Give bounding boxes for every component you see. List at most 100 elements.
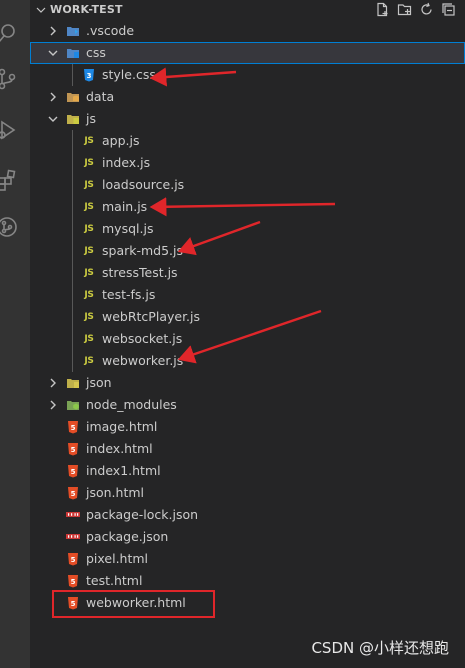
- tree-item-label: node_modules: [86, 397, 177, 412]
- js-folder-icon: [66, 112, 80, 126]
- file-row-loadsource-js[interactable]: JS loadsource.js: [30, 174, 465, 196]
- chevron-right-icon[interactable]: [46, 398, 60, 412]
- file-row-index-html[interactable]: 5 index.html: [30, 438, 465, 460]
- tree-item-label: js: [86, 111, 96, 126]
- tree-item-label: package-lock.json: [86, 507, 199, 522]
- workspace-title: WORK-TEST: [50, 3, 123, 16]
- collapse-all-icon[interactable]: [440, 1, 457, 18]
- svg-text:5: 5: [71, 468, 76, 476]
- file-row-app-js[interactable]: JS app.js: [30, 130, 465, 152]
- node-folder-icon: [66, 398, 80, 412]
- tree-item-label: index.html: [86, 441, 153, 456]
- html-file-icon: 5: [66, 486, 80, 500]
- chevron-right-icon[interactable]: [46, 90, 60, 104]
- chevron-down-icon[interactable]: [46, 46, 60, 60]
- html-file-icon: 5: [66, 420, 80, 434]
- refresh-icon[interactable]: [418, 1, 435, 18]
- chevron-down-icon[interactable]: [46, 112, 60, 126]
- chevron-down-icon[interactable]: [34, 3, 48, 17]
- svg-text:3: 3: [87, 72, 92, 80]
- html-file-icon: 5: [66, 574, 80, 588]
- file-row-image-html[interactable]: 5 image.html: [30, 416, 465, 438]
- tree-item-label: websocket.js: [102, 331, 183, 346]
- tree-item-label: spark-md5.js: [102, 243, 184, 258]
- js-file-icon: JS: [84, 202, 94, 212]
- file-row-test-fs-js[interactable]: JS test-fs.js: [30, 284, 465, 306]
- chevron-right-icon[interactable]: [46, 376, 60, 390]
- file-row-websocket-js[interactable]: JS websocket.js: [30, 328, 465, 350]
- tree-item-label: data: [86, 89, 115, 104]
- tree-item-label: image.html: [86, 419, 158, 434]
- tree-item-label: webRtcPlayer.js: [102, 309, 201, 324]
- run-debug-icon[interactable]: [0, 117, 20, 143]
- js-file-icon: JS: [84, 312, 94, 322]
- tree-item-label: json.html: [86, 485, 145, 500]
- tree-item-label: app.js: [102, 133, 140, 148]
- new-file-icon[interactable]: [374, 1, 391, 18]
- js-file-icon: JS: [84, 356, 94, 366]
- svg-text:5: 5: [71, 578, 76, 586]
- folder-row-data[interactable]: data: [30, 86, 465, 108]
- js-file-icon: JS: [84, 224, 94, 234]
- file-row-json-html[interactable]: 5 json.html: [30, 482, 465, 504]
- data-folder-icon: [66, 90, 80, 104]
- file-row-test-html[interactable]: 5 test.html: [30, 570, 465, 592]
- tree-item-label: package.json: [86, 529, 169, 544]
- tree-item-label: mysql.js: [102, 221, 154, 236]
- folder-row-json[interactable]: json: [30, 372, 465, 394]
- extensions-icon[interactable]: [0, 167, 20, 193]
- file-row-mysql-js[interactable]: JS mysql.js: [30, 218, 465, 240]
- file-row-index-js[interactable]: JS index.js: [30, 152, 465, 174]
- file-row-stresstest-js[interactable]: JS stressTest.js: [30, 262, 465, 284]
- indent-guide: [72, 130, 73, 372]
- file-row-main-js[interactable]: JS main.js: [30, 196, 465, 218]
- indent-guide: [72, 64, 73, 86]
- tree-item-label: .vscode: [86, 23, 135, 38]
- source-control-icon[interactable]: [0, 66, 20, 92]
- file-row-package-json[interactable]: package.json: [30, 526, 465, 548]
- tree-item-label: test.html: [86, 573, 143, 588]
- vscode-folder-icon: [66, 24, 80, 38]
- folder-row-js[interactable]: js: [30, 108, 465, 130]
- file-row-webrtcplayer-js[interactable]: JS webRtcPlayer.js: [30, 306, 465, 328]
- svg-text:5: 5: [71, 490, 76, 498]
- npm-file-icon: [66, 530, 80, 544]
- tree-item-label: webworker.js: [102, 353, 184, 368]
- csdn-watermark: CSDN @小样还想跑: [311, 639, 449, 657]
- tree-item-label: pixel.html: [86, 551, 149, 566]
- explorer-panel: WORK-TEST .vscode css 3 style.css data js JS ap…: [30, 0, 465, 668]
- folder-row-vscode[interactable]: .vscode: [30, 20, 465, 42]
- tree-item-label: json: [86, 375, 112, 390]
- tree-item-label: index.js: [102, 155, 151, 170]
- remote-icon[interactable]: [0, 214, 20, 240]
- highlight-box: [52, 590, 215, 618]
- tree-item-label: loadsource.js: [102, 177, 185, 192]
- explorer-actions: [374, 1, 457, 18]
- folder-row-css[interactable]: css: [30, 42, 465, 64]
- js-file-icon: JS: [84, 180, 94, 190]
- js-file-icon: JS: [84, 136, 94, 146]
- file-row-webworker-js[interactable]: JS webworker.js: [30, 350, 465, 372]
- tree-item-label: style.css: [102, 67, 156, 82]
- html-file-icon: 5: [66, 464, 80, 478]
- search-icon[interactable]: [0, 20, 20, 46]
- json-folder-icon: [66, 376, 80, 390]
- js-file-icon: JS: [84, 158, 94, 168]
- tree-item-label: test-fs.js: [102, 287, 156, 302]
- file-row-spark-md5-js[interactable]: JS spark-md5.js: [30, 240, 465, 262]
- file-row-pixel-html[interactable]: 5 pixel.html: [30, 548, 465, 570]
- html-file-icon: 5: [66, 442, 80, 456]
- js-file-icon: JS: [84, 290, 94, 300]
- folder-row-node-modules[interactable]: node_modules: [30, 394, 465, 416]
- js-file-icon: JS: [84, 334, 94, 344]
- file-row-index1-html[interactable]: 5 index1.html: [30, 460, 465, 482]
- file-row-style-css[interactable]: 3 style.css: [30, 64, 465, 86]
- file-row-package-lock-json[interactable]: package-lock.json: [30, 504, 465, 526]
- tree-item-label: main.js: [102, 199, 148, 214]
- new-folder-icon[interactable]: [396, 1, 413, 18]
- svg-text:5: 5: [71, 446, 76, 454]
- explorer-section-header[interactable]: WORK-TEST: [30, 0, 465, 20]
- css-file-icon: 3: [82, 68, 96, 82]
- js-file-icon: JS: [84, 268, 94, 278]
- chevron-right-icon[interactable]: [46, 24, 60, 38]
